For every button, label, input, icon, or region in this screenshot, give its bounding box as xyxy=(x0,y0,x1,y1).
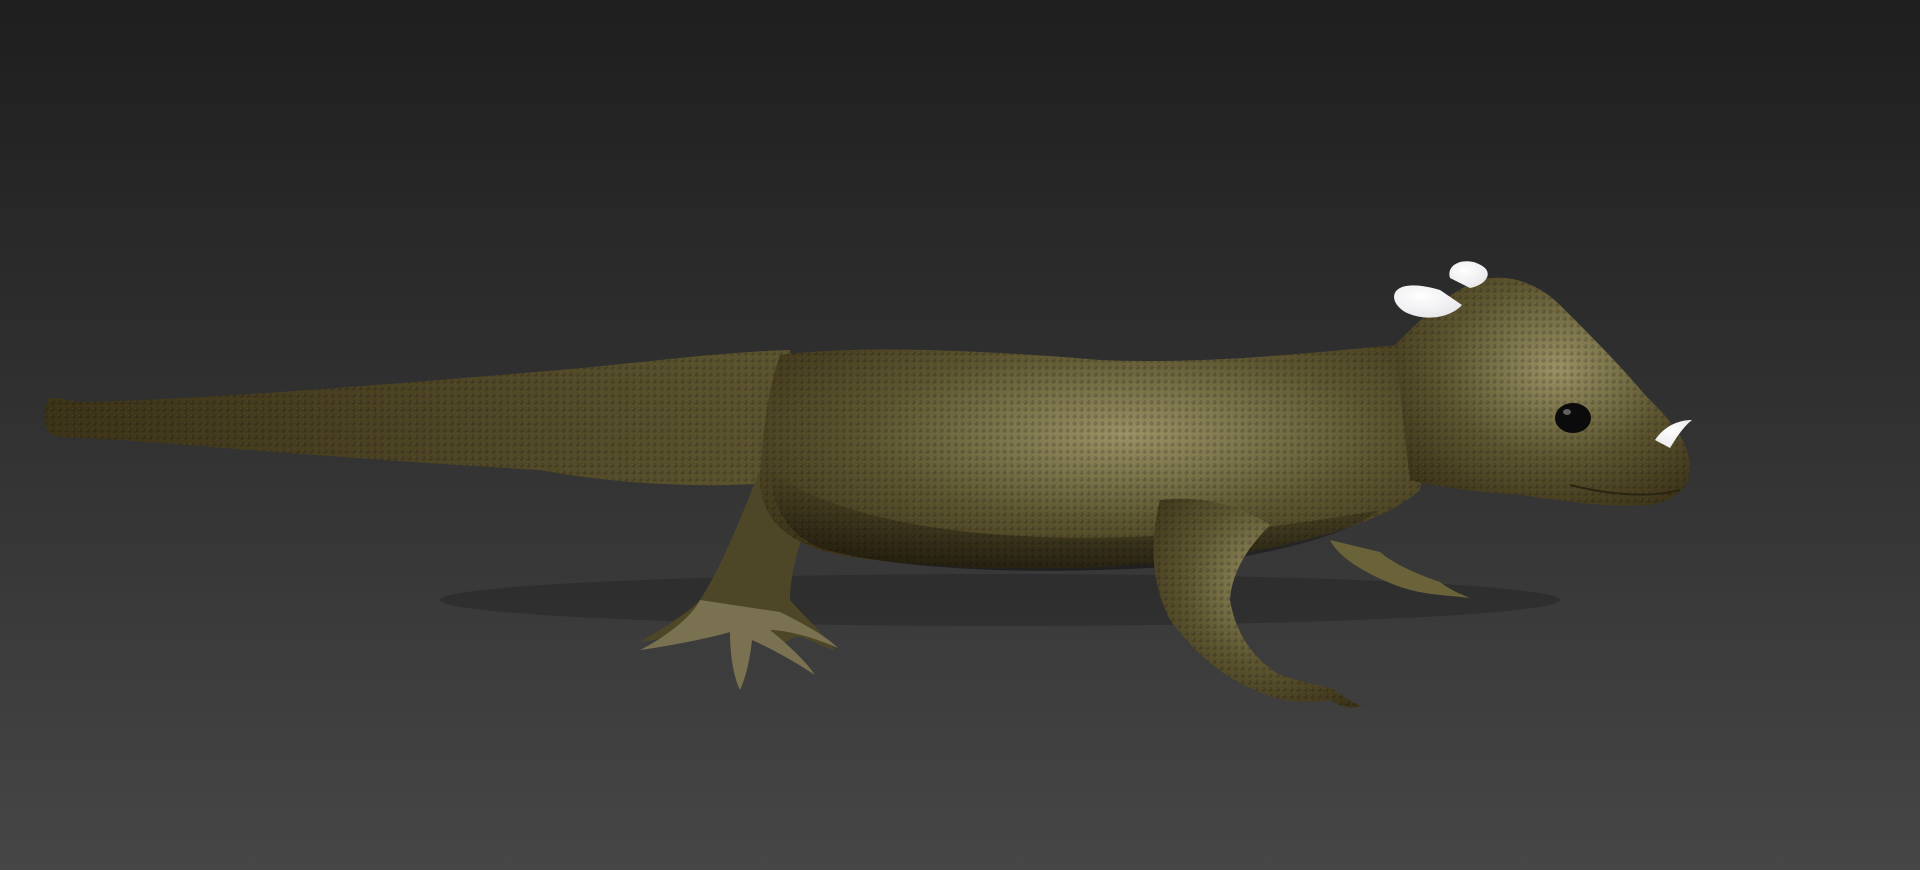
lizard-model[interactable] xyxy=(0,0,1920,870)
3d-viewport[interactable] xyxy=(0,0,1920,870)
lizard-tail-texture xyxy=(44,350,801,486)
lizard-eye[interactable] xyxy=(1555,403,1591,433)
lizard-eye-highlight xyxy=(1563,409,1571,415)
